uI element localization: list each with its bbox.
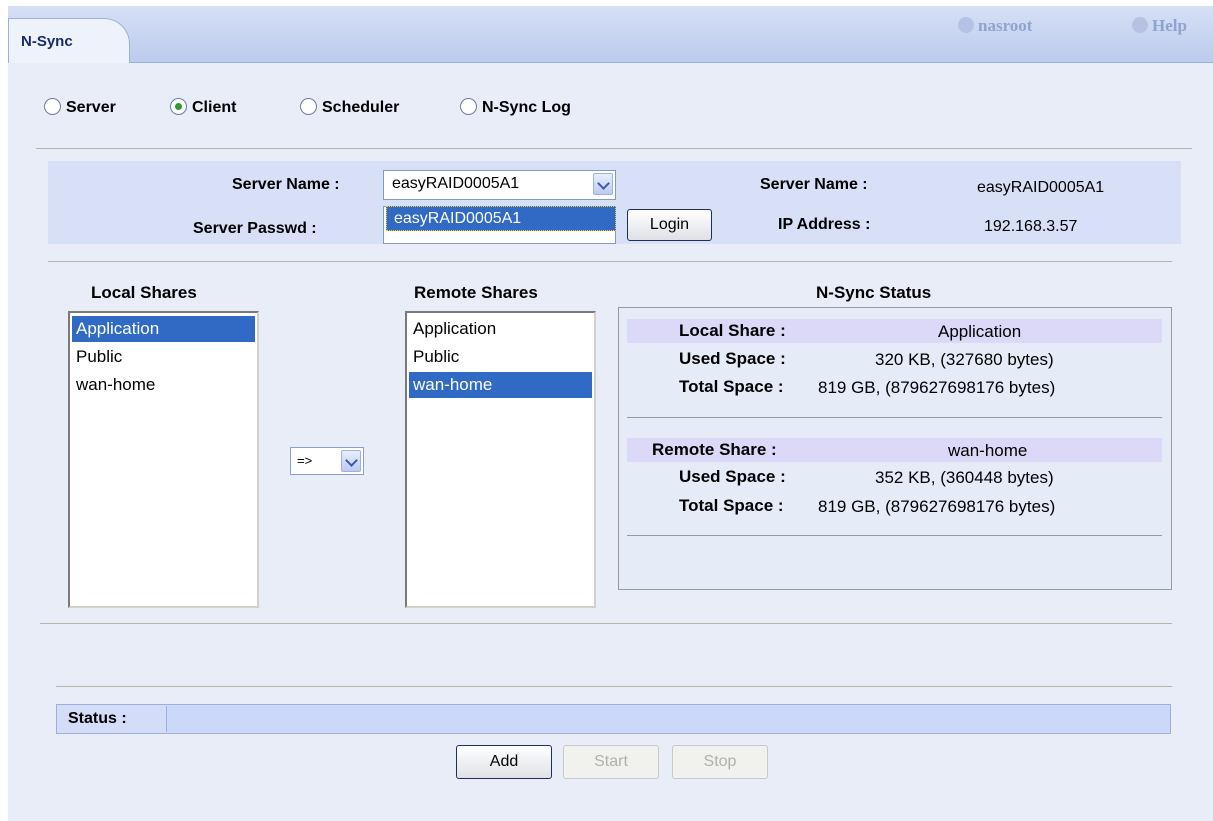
radio-server[interactable]: Server — [44, 98, 116, 117]
remote-shares-title: Remote Shares — [414, 283, 538, 302]
divider — [36, 148, 1192, 149]
divider — [56, 686, 1172, 687]
server-name-dropdown-option[interactable]: easyRAID0005A1 — [386, 206, 616, 231]
chevron-down-icon[interactable] — [341, 450, 361, 472]
server-passwd-label: Server Passwd : — [193, 220, 317, 237]
local-used-label: Used Space : — [679, 349, 786, 368]
info-ip-value: 192.168.3.57 — [984, 218, 1078, 235]
server-name-value: easyRAID0005A1 — [392, 175, 520, 192]
local-share-item[interactable]: wan-home — [72, 372, 255, 398]
help-label: Help — [1152, 16, 1187, 35]
nsync-status-title: N-Sync Status — [816, 283, 932, 302]
local-share-label: Local Share : — [679, 321, 786, 340]
server-name-label: Server Name : — [232, 176, 340, 193]
divider — [40, 623, 1172, 624]
login-button[interactable]: Login — [627, 209, 712, 241]
user-link[interactable]: nasroot — [958, 16, 1032, 36]
radio-nsync-log-icon — [460, 98, 477, 115]
user-label: nasroot — [978, 16, 1033, 35]
radio-client-label: Client — [192, 99, 237, 116]
info-ip-label: IP Address : — [778, 216, 871, 233]
radio-client[interactable]: Client — [170, 98, 236, 117]
local-share-item[interactable]: Public — [72, 344, 255, 370]
radio-nsync-log-label: N-Sync Log — [482, 99, 571, 116]
direction-select[interactable]: => — [290, 447, 364, 475]
remote-used-label: Used Space : — [679, 467, 786, 486]
user-icon — [958, 17, 974, 33]
radio-client-icon — [170, 98, 187, 115]
help-icon — [1132, 17, 1148, 33]
start-button[interactable]: Start — [563, 745, 659, 779]
remote-share-item[interactable]: Public — [409, 344, 592, 370]
remote-total-label: Total Space : — [679, 496, 784, 515]
remote-shares-list[interactable]: Application Public wan-home — [405, 311, 596, 608]
radio-scheduler[interactable]: Scheduler — [300, 98, 399, 117]
remote-share-item[interactable]: Application — [409, 316, 592, 342]
remote-share-label: Remote Share : — [652, 440, 777, 459]
local-total-label: Total Space : — [679, 377, 784, 396]
remote-used-value: 352 KB, (360448 bytes) — [875, 468, 1054, 487]
local-share-item[interactable]: Application — [72, 316, 255, 342]
server-name-select[interactable]: easyRAID0005A1 — [383, 170, 616, 200]
status-divider — [627, 535, 1162, 536]
radio-server-icon — [44, 98, 61, 115]
local-shares-list[interactable]: Application Public wan-home — [68, 311, 259, 608]
radio-nsync-log[interactable]: N-Sync Log — [460, 98, 571, 117]
info-server-name-value: easyRAID0005A1 — [977, 179, 1105, 196]
chevron-down-icon[interactable] — [593, 173, 613, 195]
tab-nsync[interactable]: N-Sync — [8, 18, 130, 63]
radio-scheduler-label: Scheduler — [322, 99, 400, 116]
remote-share-value: wan-home — [948, 441, 1028, 460]
help-link[interactable]: Help — [1132, 16, 1187, 36]
add-button[interactable]: Add — [456, 745, 552, 779]
remote-total-value: 819 GB, (879627698176 bytes) — [818, 497, 1056, 516]
radio-scheduler-icon — [300, 98, 317, 115]
info-server-name-label: Server Name : — [760, 176, 868, 193]
direction-value: => — [297, 453, 313, 468]
status-divider — [627, 417, 1162, 418]
top-bar: N-Sync nasroot Help — [8, 6, 1213, 63]
local-total-value: 819 GB, (879627698176 bytes) — [818, 378, 1056, 397]
status-value-field — [166, 706, 1170, 732]
stop-button[interactable]: Stop — [672, 745, 768, 779]
local-used-value: 320 KB, (327680 bytes) — [875, 350, 1054, 369]
radio-server-label: Server — [66, 99, 116, 116]
remote-share-item[interactable]: wan-home — [409, 372, 592, 398]
tab-label: N-Sync — [21, 33, 73, 50]
divider — [48, 261, 1172, 262]
status-label: Status : — [68, 710, 127, 727]
local-shares-title: Local Shares — [91, 283, 197, 302]
local-share-value: Application — [938, 322, 1022, 341]
